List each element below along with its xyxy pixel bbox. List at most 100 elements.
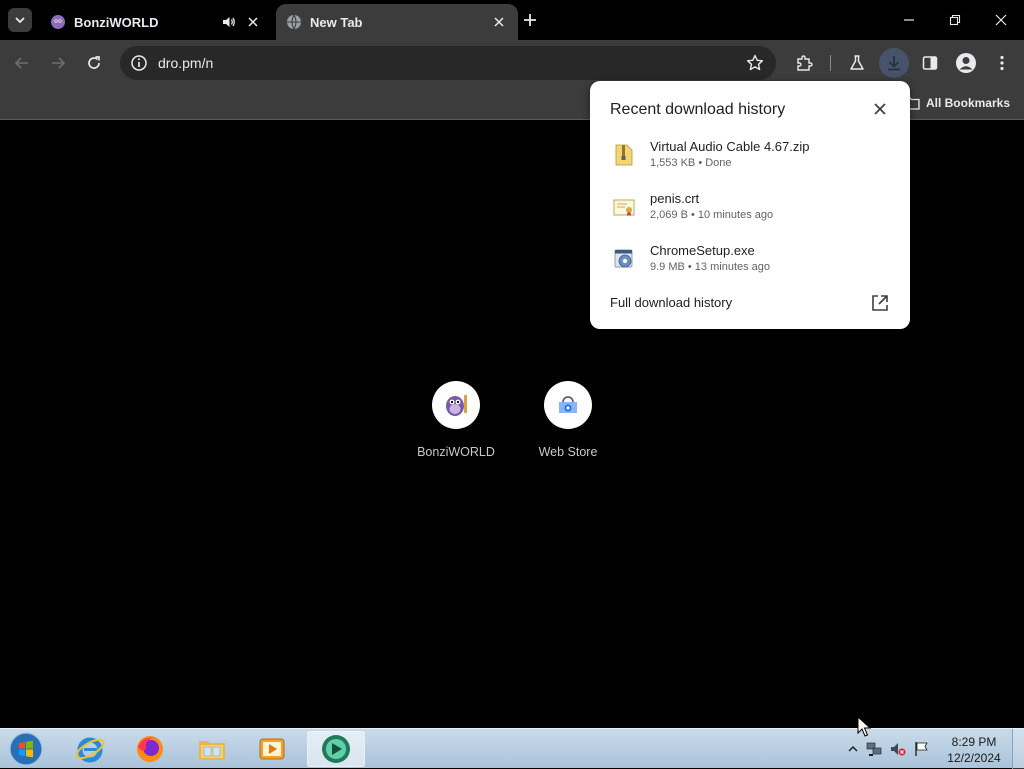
clock-time: 8:29 PM bbox=[951, 735, 997, 749]
download-file-status: 1,553 KB • Done bbox=[650, 157, 732, 169]
side-panel-button[interactable] bbox=[916, 49, 944, 77]
download-file-status: 2,069 B • 10 minutes ago bbox=[650, 209, 774, 221]
download-bubble-close-button[interactable] bbox=[870, 99, 890, 119]
labs-button[interactable] bbox=[843, 49, 871, 77]
arrow-left-icon bbox=[14, 57, 28, 69]
download-icon bbox=[888, 56, 900, 71]
toolbar-separator bbox=[830, 55, 831, 71]
toolbar bbox=[0, 40, 1024, 86]
reload-button[interactable] bbox=[80, 49, 108, 77]
close-window-button[interactable] bbox=[978, 0, 1024, 40]
download-item[interactable]: ChromeSetup.exe 9.9 MB • 13 minutes ago bbox=[610, 243, 890, 287]
windows-start-icon bbox=[9, 732, 43, 766]
downloads-button[interactable] bbox=[879, 48, 909, 78]
bonzi-browser-icon bbox=[322, 735, 350, 763]
download-file-status: 9.9 MB • 13 minutes ago bbox=[650, 261, 771, 273]
start-button[interactable] bbox=[6, 731, 46, 767]
back-button[interactable] bbox=[8, 49, 36, 77]
chevron-down-icon bbox=[15, 17, 25, 24]
exe-file-icon bbox=[614, 249, 633, 268]
show-hidden-icons-button[interactable] bbox=[845, 741, 861, 757]
tab-close-button[interactable] bbox=[244, 13, 262, 31]
all-bookmarks-button[interactable]: All Bookmarks bbox=[904, 93, 1010, 113]
file-explorer-icon bbox=[199, 741, 225, 760]
show-desktop-button[interactable] bbox=[1012, 729, 1024, 769]
address-input[interactable] bbox=[158, 55, 718, 71]
chevron-up-icon bbox=[848, 746, 858, 752]
all-bookmarks-label: All Bookmarks bbox=[925, 96, 1010, 110]
close-icon bbox=[874, 103, 886, 115]
forward-button[interactable] bbox=[44, 49, 72, 77]
bonzi-icon bbox=[446, 395, 467, 416]
extensions-button[interactable] bbox=[790, 49, 818, 77]
shortcut-label: Web Store bbox=[538, 445, 598, 459]
download-bubble: Recent download history Virtual Audio Ca… bbox=[590, 81, 910, 329]
download-file-name: penis.crt bbox=[650, 191, 700, 206]
star-icon[interactable] bbox=[746, 54, 764, 72]
tab-audio-toggle[interactable] bbox=[220, 13, 238, 31]
close-icon bbox=[248, 17, 258, 27]
media-player-icon bbox=[259, 738, 285, 760]
taskbar-media-player[interactable] bbox=[243, 731, 301, 767]
download-item[interactable]: penis.crt 2,069 B • 10 minutes ago bbox=[610, 191, 890, 235]
shortcut-label: BonziWORLD bbox=[417, 445, 495, 459]
minimize-icon bbox=[904, 19, 914, 21]
action-center-button[interactable] bbox=[914, 741, 930, 757]
web-store-icon bbox=[559, 396, 577, 413]
system-clock[interactable]: 8:29 PM 12/2/2024 bbox=[944, 734, 1004, 766]
internet-explorer-icon bbox=[75, 737, 105, 763]
tab-title: BonziWORLD bbox=[74, 14, 159, 30]
shortcut-tile[interactable] bbox=[432, 381, 480, 429]
kebab-menu-icon bbox=[1000, 55, 1004, 71]
tab-bonziworld[interactable]: BonziWORLD bbox=[40, 4, 272, 40]
full-download-history-link[interactable]: Full download history bbox=[610, 295, 732, 310]
tab-strip: BonziWORLD New Tab bbox=[0, 0, 1024, 40]
download-file-name: Virtual Audio Cable 4.67.zip bbox=[650, 139, 810, 154]
flag-icon bbox=[915, 742, 928, 756]
clock-date: 12/2/2024 bbox=[947, 751, 1001, 765]
mouse-cursor-icon bbox=[857, 716, 871, 737]
download-file-name: ChromeSetup.exe bbox=[650, 243, 755, 258]
shortcut-web-store[interactable]: Web Store bbox=[518, 381, 618, 459]
shortcut-tile[interactable] bbox=[544, 381, 592, 429]
network-tray-button[interactable] bbox=[866, 741, 882, 757]
speaker-icon bbox=[223, 17, 235, 27]
profile-button[interactable] bbox=[952, 49, 980, 77]
flask-icon bbox=[850, 55, 864, 70]
speaker-muted-icon bbox=[891, 743, 906, 756]
taskbar-bonzi-browser[interactable] bbox=[307, 731, 365, 767]
restore-icon bbox=[949, 14, 961, 26]
network-icon bbox=[866, 742, 882, 756]
plus-icon bbox=[524, 14, 536, 26]
open-in-new-icon[interactable] bbox=[870, 293, 890, 313]
tab-title: New Tab bbox=[310, 14, 363, 30]
tab-new-tab[interactable]: New Tab bbox=[276, 4, 518, 40]
taskbar-firefox[interactable] bbox=[121, 731, 179, 767]
tab-search-button[interactable] bbox=[8, 8, 32, 32]
omnibox[interactable] bbox=[120, 46, 776, 80]
new-tab-button[interactable] bbox=[518, 8, 542, 32]
globe-icon bbox=[287, 14, 301, 30]
volume-tray-button[interactable] bbox=[890, 741, 906, 757]
minimize-button[interactable] bbox=[886, 0, 932, 40]
certificate-file-icon bbox=[613, 199, 635, 216]
avatar-icon bbox=[956, 53, 976, 73]
taskbar-file-explorer[interactable] bbox=[183, 731, 241, 767]
shortcut-bonziworld[interactable]: BonziWORLD bbox=[406, 381, 506, 459]
zip-file-icon bbox=[615, 144, 633, 166]
bonzi-favicon-icon bbox=[51, 15, 65, 29]
side-panel-icon bbox=[922, 56, 938, 70]
tab-close-button[interactable] bbox=[490, 13, 508, 31]
menu-button[interactable] bbox=[988, 49, 1016, 77]
firefox-icon bbox=[137, 736, 163, 762]
close-icon bbox=[995, 14, 1007, 26]
restore-button[interactable] bbox=[932, 0, 978, 40]
arrow-right-icon bbox=[52, 57, 66, 69]
reload-icon bbox=[88, 56, 100, 69]
taskbar-internet-explorer[interactable] bbox=[61, 731, 119, 767]
download-bubble-title: Recent download history bbox=[610, 101, 786, 118]
info-icon[interactable] bbox=[130, 54, 148, 72]
download-item[interactable]: Virtual Audio Cable 4.67.zip 1,553 KB • … bbox=[610, 139, 890, 183]
close-icon bbox=[494, 17, 504, 27]
puzzle-icon bbox=[797, 55, 813, 71]
